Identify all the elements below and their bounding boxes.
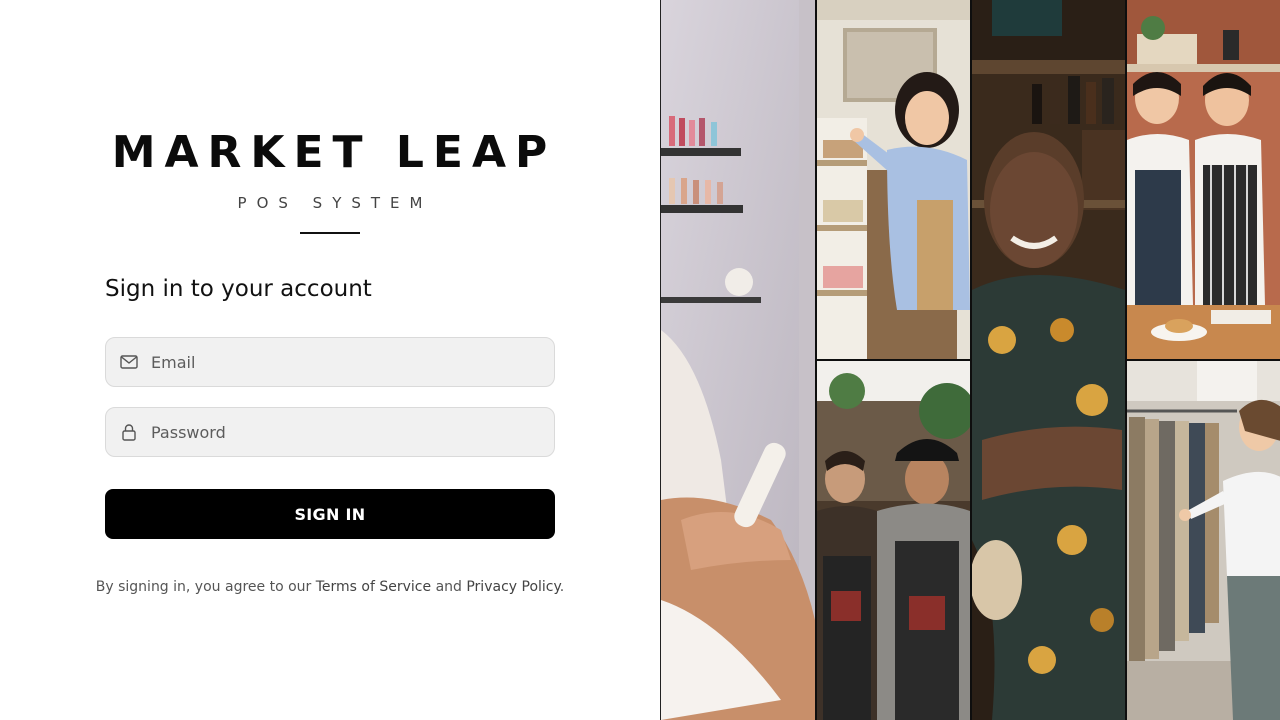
- privacy-policy-link[interactable]: Privacy Policy: [466, 579, 559, 595]
- password-field-wrapper[interactable]: [105, 407, 555, 457]
- photo-gallery: [660, 0, 1280, 720]
- brand-subtitle: POS SYSTEM: [237, 194, 433, 212]
- form-heading: Sign in to your account: [105, 276, 372, 302]
- gallery-divider: [817, 359, 970, 361]
- legal-prefix: By signing in, you agree to our: [95, 579, 312, 595]
- legal-notice: By signing in, you agree to our Terms of…: [0, 579, 660, 595]
- brand-divider: [300, 232, 360, 234]
- smiling-man-floral-shirt-photo: [972, 0, 1125, 720]
- brand-block: MARKET LEAP POS SYSTEM: [0, 128, 660, 234]
- legal-conjunction: and: [435, 579, 462, 595]
- cafe-owners-aprons-photo: [1127, 0, 1280, 359]
- brand-logo-title: MARKET LEAP: [111, 127, 557, 178]
- sign-in-button[interactable]: SIGN IN: [105, 489, 555, 539]
- terms-of-service-link[interactable]: Terms of Service: [316, 579, 431, 595]
- login-panel: MARKET LEAP POS SYSTEM Sign in to your a…: [0, 0, 660, 720]
- email-field-wrapper[interactable]: [105, 337, 555, 387]
- password-input[interactable]: [151, 412, 531, 452]
- lock-icon: [120, 423, 138, 441]
- mail-icon: [120, 353, 138, 371]
- legal-suffix: .: [559, 579, 565, 595]
- gallery-divider: [1127, 359, 1280, 361]
- clothing-store-browsing-photo: [1127, 361, 1280, 720]
- barbers-aprons-photo: [817, 361, 970, 720]
- email-input[interactable]: [151, 342, 531, 382]
- shop-owner-restocking-photo: [817, 0, 970, 359]
- nail-salon-photo: [661, 0, 815, 720]
